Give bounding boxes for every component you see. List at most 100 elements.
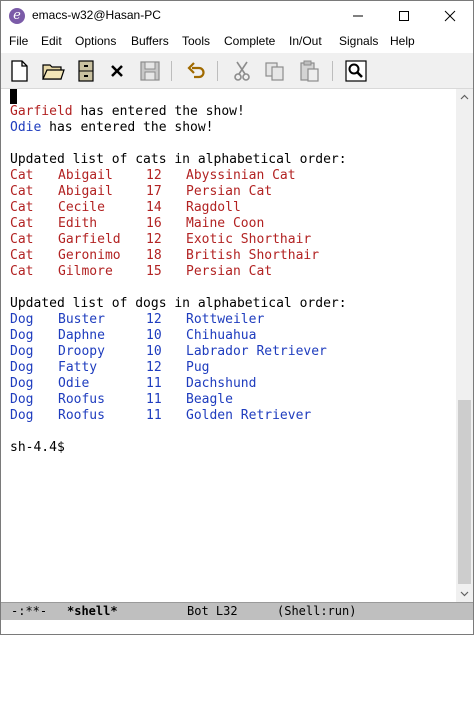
dog-name: Fatty — [58, 360, 98, 375]
shell-prompt: sh-4.4$ — [10, 440, 65, 455]
dog-breed: Beagle — [186, 392, 233, 407]
shell-buffer[interactable]: Garfield has entered the show! Odie has … — [1, 89, 456, 602]
cat-type: Cat — [10, 216, 34, 231]
menu-bar: File Edit Options Buffers Tools Complete… — [1, 31, 473, 53]
vertical-scrollbar[interactable] — [456, 89, 473, 602]
scroll-down-button[interactable] — [456, 585, 473, 602]
menu-file[interactable]: File — [9, 34, 28, 48]
emacs-window: e emacs-w32@Hasan-PC File Edit Options B… — [0, 0, 474, 635]
dog-name: Buster — [58, 312, 105, 327]
dog-type: Dog — [10, 344, 34, 359]
search-button[interactable] — [344, 59, 368, 83]
cat-breed: British Shorthair — [186, 248, 320, 263]
entered-line: Odie has entered the show! — [10, 120, 214, 135]
chevron-up-icon — [460, 94, 469, 100]
file-cabinet-icon — [78, 60, 94, 82]
emacs-logo-icon: e — [9, 8, 25, 24]
dog-breed: Rottweiler — [186, 312, 265, 327]
paste-icon — [300, 60, 319, 82]
cat-breed: Abyssinian Cat — [186, 168, 296, 183]
dog-name: Odie — [10, 120, 42, 135]
open-folder-icon — [42, 64, 65, 80]
echo-area — [1, 620, 473, 634]
dog-breed: Golden Retriever — [186, 408, 312, 423]
dog-breed: Labrador Retriever — [186, 344, 327, 359]
undo-icon — [187, 62, 205, 79]
dired-button[interactable] — [74, 59, 98, 83]
dog-age: 11 — [146, 392, 162, 407]
dog-name: Droopy — [58, 344, 105, 359]
paste-button[interactable] — [297, 59, 321, 83]
cat-breed: Ragdoll — [186, 200, 241, 215]
close-icon — [111, 65, 123, 77]
dog-age: 11 — [146, 408, 162, 423]
dog-type: Dog — [10, 408, 34, 423]
cat-age: 17 — [146, 184, 162, 199]
menu-complete[interactable]: Complete — [224, 34, 275, 48]
menu-buffers[interactable]: Buffers — [131, 34, 169, 48]
cat-name: Abigail — [58, 184, 113, 199]
cat-age: 16 — [146, 216, 162, 231]
dog-type: Dog — [10, 360, 34, 375]
save-button[interactable] — [138, 59, 162, 83]
kill-buffer-button[interactable] — [105, 59, 129, 83]
cat-type: Cat — [10, 232, 34, 247]
cat-name: Edith — [58, 216, 98, 231]
menu-edit[interactable]: Edit — [41, 34, 62, 48]
cat-breed: Persian Cat — [186, 264, 273, 279]
cat-age: 18 — [146, 248, 162, 263]
dog-type: Dog — [10, 328, 34, 343]
toolbar-separator — [332, 61, 333, 81]
cat-type: Cat — [10, 248, 34, 263]
dog-age: 12 — [146, 312, 162, 327]
save-icon — [140, 61, 160, 81]
mode-line[interactable]: -:**- *shell* Bot L32 (Shell:run) — [1, 602, 473, 620]
menu-tools[interactable]: Tools — [182, 34, 210, 48]
cat-breed: Exotic Shorthair — [186, 232, 312, 247]
cat-age: 14 — [146, 200, 162, 215]
cat-name: Garfield — [10, 104, 73, 119]
maximize-icon — [399, 11, 409, 21]
undo-button[interactable] — [184, 59, 208, 83]
copy-button[interactable] — [263, 59, 287, 83]
new-file-button[interactable] — [7, 59, 31, 83]
cut-button[interactable] — [230, 59, 254, 83]
dog-type: Dog — [10, 312, 34, 327]
cat-age: 12 — [146, 232, 162, 247]
minimize-button[interactable] — [335, 1, 381, 31]
new-file-icon — [11, 60, 28, 82]
dogs-header: Updated list of dogs in alphabetical ord… — [10, 296, 347, 311]
dog-breed: Chihuahua — [186, 328, 257, 343]
open-file-button[interactable] — [41, 59, 65, 83]
cat-age: 15 — [146, 264, 162, 279]
title-bar: e emacs-w32@Hasan-PC — [1, 1, 473, 31]
window-title: emacs-w32@Hasan-PC — [32, 8, 161, 22]
cat-type: Cat — [10, 168, 34, 183]
toolbar-separator — [171, 61, 172, 81]
toolbar-separator — [217, 61, 218, 81]
maximize-button[interactable] — [381, 1, 427, 31]
modeline-status: -:**- — [11, 604, 48, 618]
close-icon — [444, 10, 456, 22]
entered-line: Garfield has entered the show! — [10, 104, 245, 119]
cat-name: Cecile — [58, 200, 105, 215]
text-cursor — [10, 89, 17, 104]
modeline-mode[interactable]: (Shell:run) — [277, 603, 356, 620]
modeline-buffer-name[interactable]: *shell* — [67, 603, 118, 620]
menu-in-out[interactable]: In/Out — [289, 34, 322, 48]
dog-age: 12 — [146, 360, 162, 375]
cat-breed: Maine Coon — [186, 216, 265, 231]
scroll-up-button[interactable] — [456, 89, 473, 106]
menu-help[interactable]: Help — [390, 34, 415, 48]
dog-age: 10 — [146, 344, 162, 359]
cat-name: Geronimo — [58, 248, 121, 263]
cat-name: Abigail — [58, 168, 113, 183]
dog-type: Dog — [10, 376, 34, 391]
dog-name: Roofus — [58, 408, 105, 423]
close-window-button[interactable] — [427, 1, 473, 31]
scroll-thumb[interactable] — [458, 400, 471, 584]
menu-options[interactable]: Options — [75, 34, 116, 48]
dog-breed: Dachshund — [186, 376, 257, 391]
copy-icon — [265, 62, 284, 81]
menu-signals[interactable]: Signals — [339, 34, 378, 48]
